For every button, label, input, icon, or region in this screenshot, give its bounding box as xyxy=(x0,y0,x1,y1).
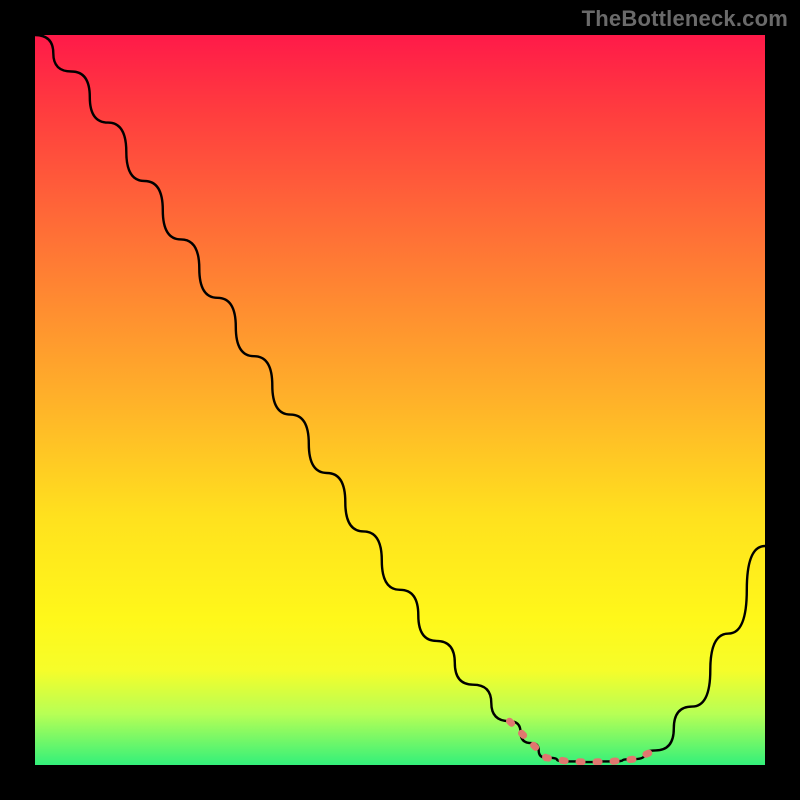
bottleneck-curve xyxy=(35,35,765,765)
watermark-text: TheBottleneck.com xyxy=(582,6,788,32)
curve-line xyxy=(35,35,765,762)
curve-highlight-dots xyxy=(510,721,656,762)
chart-plot-area xyxy=(35,35,765,765)
